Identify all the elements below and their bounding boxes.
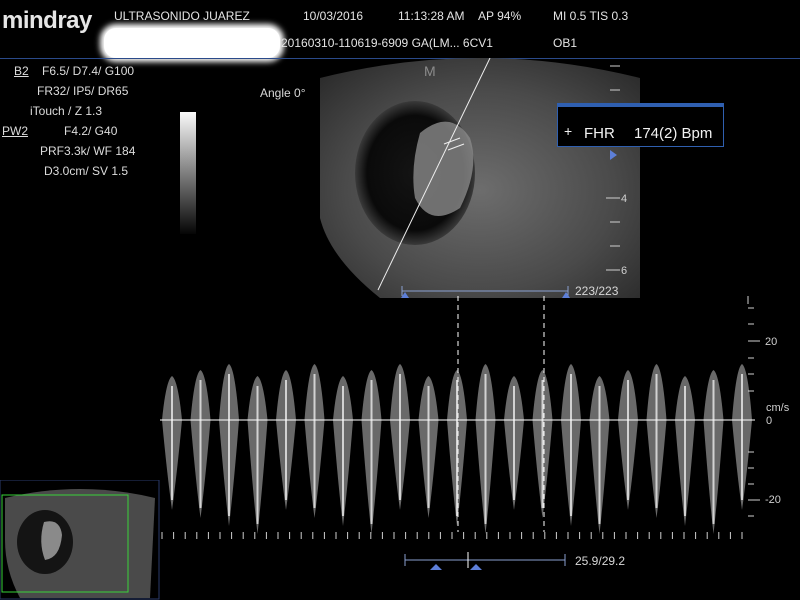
fhr-result-box: + FHR 174(2) Bpm xyxy=(557,103,724,147)
pw-mode-row2: PRF3.3k/ WF 184 xyxy=(40,144,136,158)
b-mode-row2: FR32/ IP5/ DR65 xyxy=(37,84,129,98)
doppler-spectrum xyxy=(160,296,760,539)
pw-mode-row3: D3.0cm/ SV 1.5 xyxy=(44,164,129,178)
grayscale-bar xyxy=(180,112,196,234)
time-axis-ticks xyxy=(161,532,743,539)
redacted-patient-name xyxy=(104,28,280,58)
scale-unit: cm/s xyxy=(766,402,790,414)
fhr-value: 174(2) Bpm xyxy=(634,125,713,142)
depth-label-6: 6 xyxy=(621,265,627,277)
mi-tis-index: MI 0.5 TIS 0.3 xyxy=(553,9,629,23)
doppler-waveforms xyxy=(162,364,752,534)
scale-label-0: 0 xyxy=(766,415,773,427)
pw-mode-row1: F4.2/ G40 xyxy=(64,124,118,138)
exam-time: 11:13:28 AM xyxy=(398,9,465,23)
b-mode-label: B2 xyxy=(14,64,29,78)
acoustic-power: AP 94% xyxy=(478,9,522,23)
fhr-label: FHR xyxy=(584,125,615,142)
m-marker: M xyxy=(424,63,436,79)
mindray-logo: mindray xyxy=(2,7,92,34)
cine-marker-right xyxy=(470,564,482,570)
exam-date: 10/03/2016 xyxy=(303,9,364,23)
study-id: 20160310-110619-6909 GA(LM... 6CV1 xyxy=(281,36,493,50)
b-mode-row3: iTouch / Z 1.3 xyxy=(30,104,103,118)
doppler-cine-bar[interactable] xyxy=(400,550,572,572)
b-mode-row1: F6.5/ D7.4/ G100 xyxy=(42,64,135,78)
doppler-cine-counter: 25.9/29.2 xyxy=(575,554,626,568)
scale-label-20: 20 xyxy=(765,336,778,348)
pw-mode-label: PW2 xyxy=(2,124,29,138)
doppler-angle: Angle 0° xyxy=(260,86,306,100)
depth-label-4: 4 xyxy=(621,193,627,205)
fhr-cross-marker: + xyxy=(564,123,573,139)
exam-preset: OB1 xyxy=(553,36,578,50)
institution-name: ULTRASONIDO JUAREZ xyxy=(114,9,250,23)
scale-label-neg20: -20 xyxy=(765,494,781,506)
cine-marker-left xyxy=(430,564,442,570)
reference-thumbnail[interactable] xyxy=(0,480,160,600)
b-mode-image: M 4 6 xyxy=(320,58,640,298)
